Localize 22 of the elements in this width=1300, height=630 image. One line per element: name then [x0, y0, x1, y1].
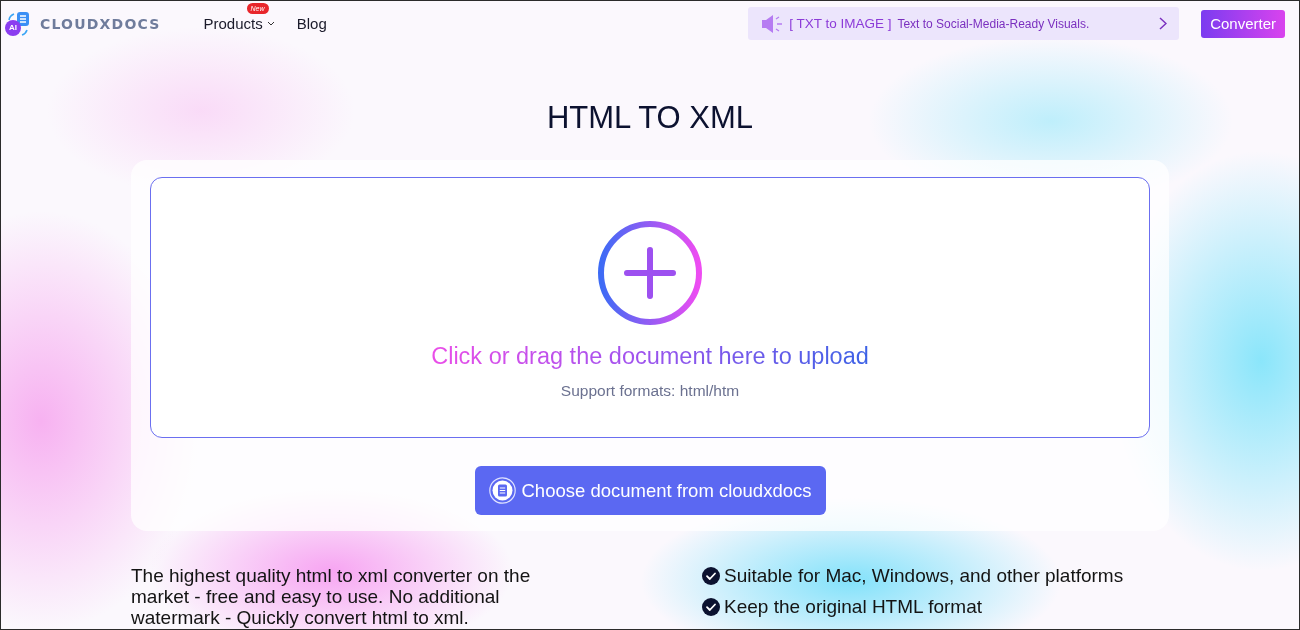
feature-text: Suitable for Mac, Windows, and other platforms [724, 565, 1124, 586]
upload-dropzone[interactable]: Click or drag the document here to upload Support formats: html/htm [150, 177, 1150, 438]
check-circle-icon [702, 566, 720, 585]
check-circle-icon [702, 597, 720, 616]
converter-button[interactable]: Converter [1201, 9, 1285, 38]
megaphone-icon [761, 13, 784, 34]
document-icon [488, 477, 516, 504]
supported-formats: Support formats: html/htm [560, 381, 740, 401]
choose-document-button[interactable]: Choose document from cloudxdocs [474, 466, 826, 515]
logo-wordmark: CLOUDXDOCS [40, 15, 161, 32]
banner-text: Text to Social-Media-Ready Visuals. [897, 16, 1091, 31]
banner-tag: [ TXT to IMAGE ] [789, 16, 892, 31]
products-menu[interactable]: Products [203, 15, 275, 32]
nav-link[interactable]: Blog [296, 15, 327, 32]
page-title: HTML TO XML [545, 99, 755, 137]
chevron-down-icon [266, 21, 275, 26]
description-text: The highest quality html to xml converter on the market - free and easy to use. No additional watermark - Quickly convert html to xml. [131, 565, 532, 628]
feature-text: Keep the original HTML format [724, 596, 983, 617]
add-circle-icon [598, 221, 702, 325]
chevron-right-icon [1159, 17, 1168, 30]
ai-badge: AI [5, 19, 21, 36]
promo-banner[interactable]: [ TXT to IMAGE ] Text to Social-Media-Ready Visuals. [748, 7, 1180, 40]
